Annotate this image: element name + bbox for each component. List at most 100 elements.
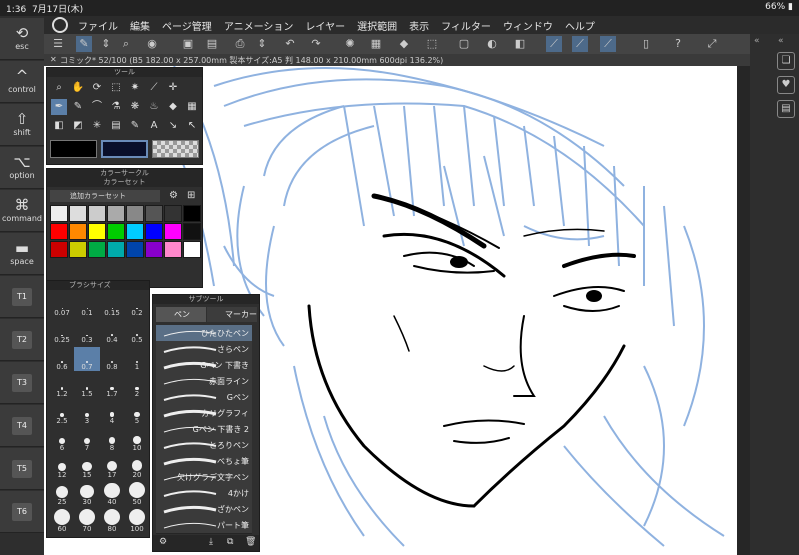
eraser-icon[interactable]: ◆: [165, 99, 181, 115]
color-swatch[interactable]: [69, 241, 87, 258]
subtool-item[interactable]: べちょ筆: [156, 453, 252, 470]
brush-size-item[interactable]: 40: [99, 482, 125, 506]
menu-view[interactable]: 表示: [403, 18, 435, 33]
layers-icon[interactable]: ❏: [777, 52, 795, 70]
brush-size-item[interactable]: 100: [124, 509, 150, 533]
menu-layer[interactable]: レイヤー: [299, 18, 351, 33]
brush-size-item[interactable]: 4: [99, 401, 125, 425]
redo-icon[interactable]: ↷: [308, 36, 324, 52]
color-swatch[interactable]: [69, 205, 87, 222]
brush-size-item[interactable]: 60: [49, 509, 75, 533]
t1-button[interactable]: T1: [12, 288, 32, 306]
brush-size-item[interactable]: 3: [74, 401, 100, 425]
brush-size-item[interactable]: 0.7: [74, 347, 100, 371]
tab-marker[interactable]: マーカー: [207, 307, 257, 322]
brush-size-item[interactable]: 0.15: [99, 293, 125, 317]
brush-size-item[interactable]: 12: [49, 455, 75, 479]
brush-size-item[interactable]: 0.6: [49, 347, 75, 371]
stabilizer-2-icon[interactable]: ⟋: [572, 36, 588, 52]
subtool-item[interactable]: パート筆: [156, 517, 252, 534]
brush-tool-icon[interactable]: ⌒: [89, 99, 105, 115]
move-tool-icon[interactable]: ✛: [165, 80, 181, 96]
color-swatch[interactable]: [164, 241, 182, 258]
new-file-icon[interactable]: ▣: [180, 36, 196, 52]
print-icon[interactable]: ⎙: [232, 36, 248, 52]
brush-size-item[interactable]: 0.5: [124, 320, 150, 344]
color-swatch[interactable]: [164, 223, 182, 240]
eyedropper-icon[interactable]: ⟋: [146, 80, 162, 96]
brush-size-item[interactable]: 0.3: [74, 320, 100, 344]
brush-size-item[interactable]: 1.2: [49, 374, 75, 398]
color-swatch[interactable]: [183, 205, 201, 222]
color-set-dropdown[interactable]: 追加カラーセット: [50, 190, 160, 202]
t3-button[interactable]: T3: [12, 374, 32, 392]
brush-size-item[interactable]: 70: [74, 509, 100, 533]
canvas-move-icon[interactable]: ✎: [76, 36, 92, 52]
subtool-item[interactable]: Gペン: [156, 389, 252, 406]
save-icon[interactable]: ▤: [204, 36, 220, 52]
subtool-item[interactable]: さらペン: [156, 341, 252, 358]
color-swatch[interactable]: [107, 241, 125, 258]
brush-size-item[interactable]: 15: [74, 455, 100, 479]
brush-size-item[interactable]: 8: [99, 428, 125, 452]
t6-button[interactable]: T6: [12, 503, 32, 521]
brush-size-item[interactable]: 17: [99, 455, 125, 479]
menu-file[interactable]: ファイル: [72, 18, 124, 33]
shift-key[interactable]: ⇧ shift: [0, 104, 44, 146]
expand-icon[interactable]: ⇕: [98, 36, 114, 52]
brush-size-item[interactable]: 50: [124, 482, 150, 506]
pencil-tool-icon[interactable]: ✎: [70, 99, 86, 115]
fullscreen-icon[interactable]: ⤢: [704, 36, 720, 52]
brush-size-item[interactable]: 5: [124, 401, 150, 425]
clear-icon[interactable]: ▦: [368, 36, 384, 52]
material-icon[interactable]: ♥: [777, 76, 795, 94]
figure-tool-icon[interactable]: ✳: [89, 118, 105, 134]
brush-size-item[interactable]: 80: [99, 509, 125, 533]
t4-button[interactable]: T4: [12, 417, 32, 435]
option-key[interactable]: ⌥ option: [0, 147, 44, 189]
frame-tool-icon[interactable]: ▦: [184, 99, 200, 115]
balloon-icon[interactable]: ↘: [165, 118, 181, 134]
brush-size-item[interactable]: 0.07: [49, 293, 75, 317]
space-key[interactable]: ▬ space: [0, 233, 44, 275]
undo-icon[interactable]: ↶: [282, 36, 298, 52]
menu-selection[interactable]: 選択範囲: [351, 18, 403, 33]
subtool-item[interactable]: 4かけ: [156, 485, 252, 502]
tab-pen[interactable]: ペン: [156, 307, 206, 322]
subtool-item[interactable]: Gペン 下書き: [156, 357, 252, 374]
brush-size-item[interactable]: 30: [74, 482, 100, 506]
zoom-icon[interactable]: ⌕: [118, 36, 134, 52]
brush-size-item[interactable]: 0.2: [124, 293, 150, 317]
color-settings-icon[interactable]: ⚙: [169, 190, 178, 201]
pen-tool-icon[interactable]: ✒: [51, 99, 67, 115]
color-swatch[interactable]: [164, 205, 182, 222]
color-swatch[interactable]: [126, 241, 144, 258]
copy-icon[interactable]: ⧉: [227, 537, 233, 547]
phone-icon[interactable]: ▯: [638, 36, 654, 52]
brush-size-item[interactable]: 6: [49, 428, 75, 452]
lasso-tool-icon[interactable]: ⟳: [89, 80, 105, 96]
decoration-icon[interactable]: ❋: [127, 99, 143, 115]
hamburger-icon[interactable]: ☰: [50, 36, 66, 52]
subtool-item[interactable]: カリグラフィ: [156, 405, 252, 422]
color-swatch[interactable]: [183, 223, 201, 240]
menu-animation[interactable]: アニメーション: [218, 18, 300, 33]
frame-border-icon[interactable]: ▤: [108, 118, 124, 134]
mask-icon[interactable]: ▢: [456, 36, 472, 52]
brush-size-item[interactable]: 0.1: [74, 293, 100, 317]
subtool-item[interactable]: Gペン 下書き 2: [156, 421, 252, 438]
brush-size-item[interactable]: 1: [124, 347, 150, 371]
command-key[interactable]: ⌘ command: [0, 190, 44, 232]
color-swatch[interactable]: [50, 241, 68, 258]
subtool-item[interactable]: 赤面ライン: [156, 373, 252, 390]
color-swatch[interactable]: [126, 205, 144, 222]
ruler-icon[interactable]: ✎: [127, 118, 143, 134]
menu-page[interactable]: ページ管理: [156, 18, 218, 33]
settings-icon[interactable]: ⚙: [159, 537, 167, 547]
control-key[interactable]: ^ control: [0, 61, 44, 103]
tone-icon[interactable]: ◧: [512, 36, 528, 52]
blend-icon[interactable]: ♨: [146, 99, 162, 115]
app-logo-icon[interactable]: [52, 17, 68, 33]
color-swatch[interactable]: [88, 241, 106, 258]
loading-icon[interactable]: ✺: [342, 36, 358, 52]
